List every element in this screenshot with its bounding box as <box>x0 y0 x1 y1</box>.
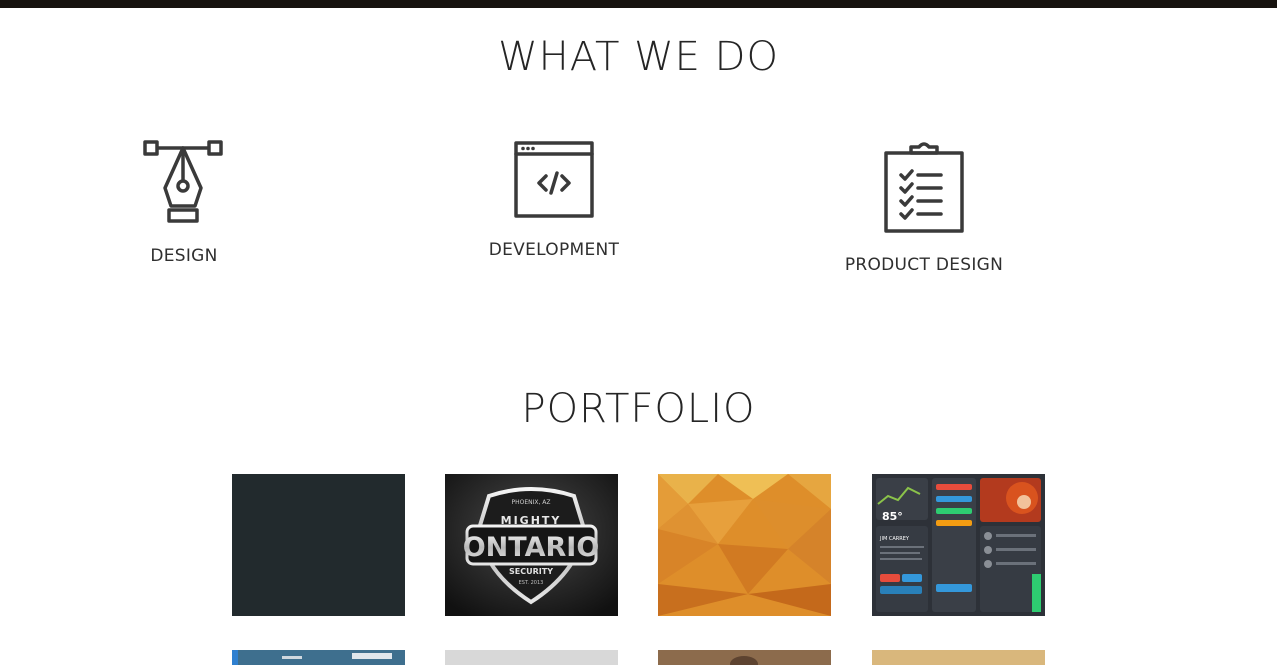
portfolio-item-dark-slate[interactable] <box>232 474 405 616</box>
portfolio-item-tan-paper[interactable] <box>872 650 1045 665</box>
what-we-do-heading: WHAT WE DO <box>498 34 779 80</box>
svg-text:EST. 2013: EST. 2013 <box>519 580 544 586</box>
ontario-security-badge-image: PHOENIX, AZ MIGHTY ONTARIO SECURITY EST.… <box>445 474 618 616</box>
orange-polygon-pattern-image <box>658 474 831 616</box>
dashboard-ui-kit-image: 85° JIM CARREY <box>872 474 1045 616</box>
svg-text:SECURITY: SECURITY <box>509 567 553 576</box>
svg-text:ONTARIO: ONTARIO <box>463 532 600 563</box>
service-product-design: PRODUCT DESIGN <box>824 141 1024 275</box>
header-image-strip <box>0 0 1277 8</box>
svg-text:PHOENIX, AZ: PHOENIX, AZ <box>511 499 550 506</box>
service-label-development: DEVELOPMENT <box>488 240 620 260</box>
landscape-image <box>232 650 405 665</box>
service-development: DEVELOPMENT <box>464 140 644 260</box>
svg-text:85°: 85° <box>882 510 903 523</box>
pen-tool-icon <box>143 140 223 223</box>
svg-text:MIGHTY: MIGHTY <box>501 514 562 527</box>
portfolio-heading: PORTFOLIO <box>521 386 756 432</box>
portfolio-item-brown-wood[interactable] <box>658 650 831 665</box>
service-label-design: DESIGN <box>150 246 218 266</box>
brown-wood-image <box>658 650 831 665</box>
portfolio-item-landscape[interactable] <box>232 650 405 665</box>
portfolio-item-ontario-logo[interactable]: PHOENIX, AZ MIGHTY ONTARIO SECURITY EST.… <box>445 474 618 616</box>
service-design: DESIGN <box>104 140 264 266</box>
code-window-icon <box>514 141 594 218</box>
svg-text:JIM CARREY: JIM CARREY <box>879 536 910 542</box>
portfolio-item-orange-polygon[interactable] <box>658 474 831 616</box>
clipboard-checklist-icon <box>884 142 964 233</box>
portfolio-item-light-gray[interactable] <box>445 650 618 665</box>
service-label-product-design: PRODUCT DESIGN <box>844 255 1004 275</box>
portfolio-item-dashboard-ui[interactable]: 85° JIM CARREY <box>872 474 1045 616</box>
